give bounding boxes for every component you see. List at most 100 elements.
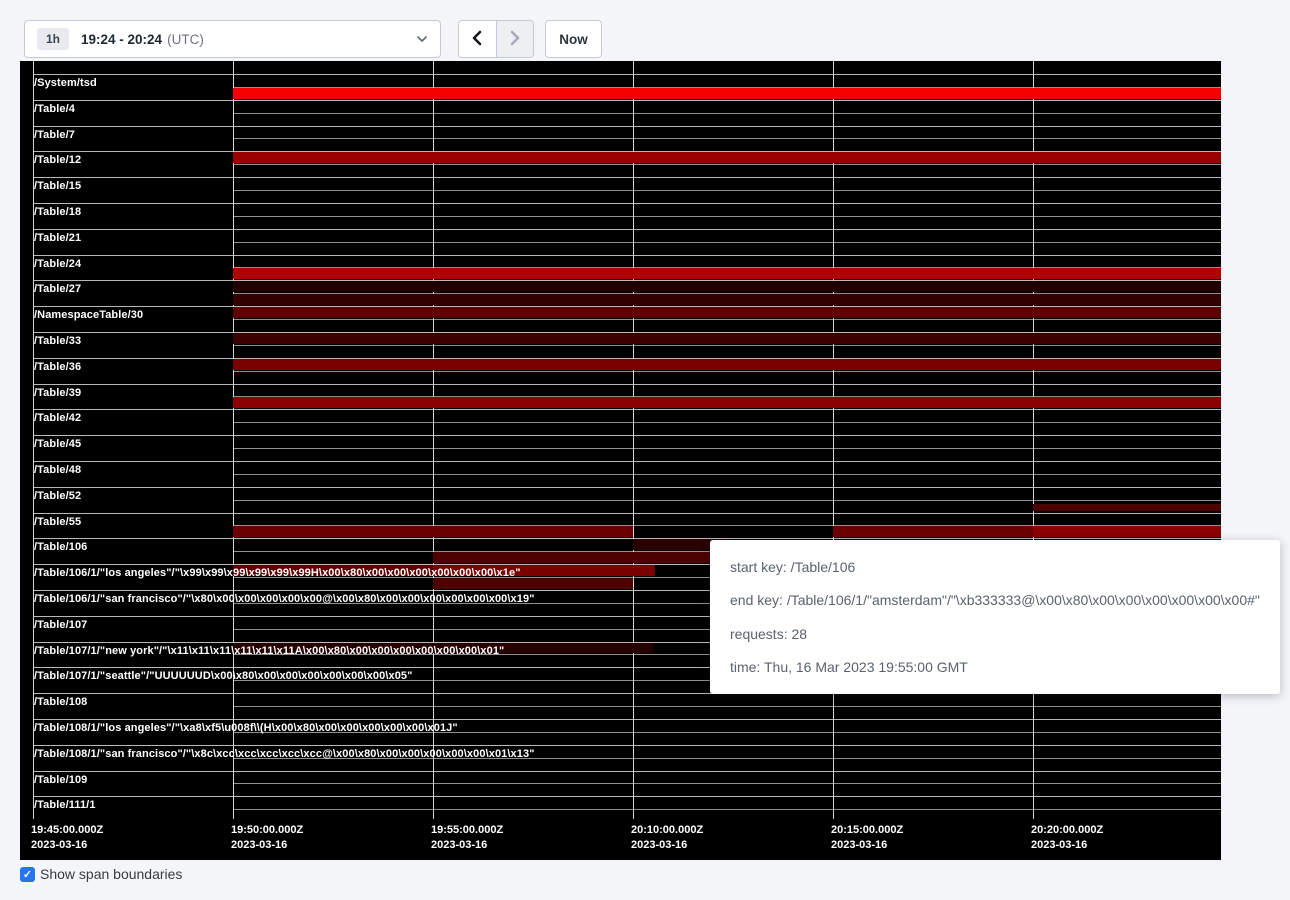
previous-interval-button[interactable] <box>459 21 496 57</box>
span-boundary-line <box>33 384 1221 385</box>
span-boundary-line <box>33 280 1221 281</box>
heat-band <box>1033 526 1221 537</box>
time-gridline <box>633 61 634 819</box>
heat-band <box>233 294 1221 305</box>
heat-band <box>433 552 710 563</box>
span-boundary-line <box>33 151 1221 152</box>
span-boundary-line <box>233 113 1221 114</box>
row-label: /Table/4 <box>34 103 75 115</box>
span-boundary-line <box>233 319 1221 320</box>
row-label: /Table/107/1/"seattle"/"UUUUUUD\x00\x80\… <box>34 670 412 682</box>
span-boundary-line <box>233 345 1221 346</box>
tooltip-line: start key: /Table/106 <box>730 557 1260 577</box>
span-boundary-line <box>33 177 1221 178</box>
span-boundary-line <box>233 422 1221 423</box>
time-range-text: 19:24 - 20:24 <box>81 32 162 47</box>
row-label: /Table/48 <box>34 464 81 476</box>
time-gridline <box>833 61 834 819</box>
chevron-down-icon <box>416 35 428 43</box>
heat-band <box>1033 504 1221 511</box>
chevron-right-icon <box>509 30 521 49</box>
time-gridline <box>33 61 34 819</box>
time-gridline <box>233 61 234 819</box>
heat-band <box>233 307 1221 318</box>
heat-band <box>233 268 1221 279</box>
span-boundary-line <box>233 474 1221 475</box>
row-label: /Table/12 <box>34 154 81 166</box>
span-boundary-line <box>33 409 1221 410</box>
span-boundary-line <box>33 306 1221 307</box>
span-boundary-line <box>33 358 1221 359</box>
span-boundary-line <box>233 138 1221 139</box>
row-label: /Table/24 <box>34 258 81 270</box>
now-button[interactable]: Now <box>545 20 602 58</box>
span-boundary-line <box>233 732 1221 733</box>
show-span-boundaries-checkbox[interactable]: ✓ <box>20 867 35 882</box>
heat-band <box>233 88 1221 99</box>
span-boundary-line <box>33 796 1221 797</box>
span-boundary-line <box>233 216 1221 217</box>
row-label: /Table/107 <box>34 619 87 631</box>
chevron-left-icon <box>471 30 483 49</box>
time-range-badge: 1h <box>37 28 69 50</box>
x-axis-label: 20:20:00.000Z2023-03-16 <box>1031 823 1103 853</box>
span-boundary-line <box>233 371 1221 372</box>
x-axis-label: 20:10:00.000Z2023-03-16 <box>631 823 703 853</box>
x-axis-date: 2023-03-16 <box>31 838 103 853</box>
row-label: /NamespaceTable/30 <box>34 309 143 321</box>
heat-band <box>233 152 1221 163</box>
row-label: /Table/106/1/"los angeles"/"\x99\x99\x99… <box>34 567 521 579</box>
time-gridline <box>433 61 434 819</box>
row-label: /Table/7 <box>34 129 75 141</box>
span-boundary-line <box>33 435 1221 436</box>
row-label: /Table/39 <box>34 387 81 399</box>
row-label: /Table/33 <box>34 335 81 347</box>
time-range-timezone: (UTC) <box>167 32 204 47</box>
row-label: /Table/108/1/"san francisco"/"\x8c\xcc\x… <box>34 748 535 760</box>
row-label: /Table/45 <box>34 438 81 450</box>
span-boundary-line <box>233 87 1221 88</box>
tooltip-line: end key: /Table/106/1/"amsterdam"/"\xb33… <box>730 590 1260 610</box>
span-boundary-line <box>33 100 1221 101</box>
time-range-selector[interactable]: 1h 19:24 - 20:24 (UTC) <box>24 20 441 58</box>
heat-band <box>233 565 433 576</box>
span-boundary-line <box>233 190 1221 191</box>
span-boundary-line <box>33 461 1221 462</box>
time-nav-group <box>458 20 534 58</box>
row-label: /Table/55 <box>34 516 81 528</box>
key-visualizer-canvas[interactable]: /System/tsd/Table/4/Table/7/Table/12/Tab… <box>20 61 1221 860</box>
span-boundary-line <box>33 513 1221 514</box>
row-label: /Table/36 <box>34 361 81 373</box>
x-axis-label: 19:50:00.000Z2023-03-16 <box>231 823 303 853</box>
time-gridline <box>1033 61 1034 819</box>
heat-band <box>233 643 653 653</box>
tooltip-line: requests: 28 <box>730 624 1260 644</box>
key-visualizer-page: 1h 19:24 - 20:24 (UTC) Now /System/tsd/T… <box>0 0 1290 900</box>
row-label: /Table/107/1/"new york"/"\x11\x11\x11\x1… <box>34 645 504 657</box>
heat-band <box>433 565 655 576</box>
row-label: /Table/27 <box>34 283 81 295</box>
span-boundary-line <box>33 719 1221 720</box>
show-span-boundaries-row: ✓ Show span boundaries <box>20 866 182 882</box>
show-span-boundaries-label: Show span boundaries <box>40 866 182 882</box>
heat-band <box>233 526 633 537</box>
span-boundary-line <box>33 74 1221 75</box>
span-boundary-line <box>233 706 1221 707</box>
span-tooltip: start key: /Table/106 end key: /Table/106… <box>710 540 1280 694</box>
span-boundary-line <box>33 126 1221 127</box>
heat-band <box>233 359 1221 370</box>
span-boundary-line <box>233 500 1221 501</box>
span-boundary-line <box>33 332 1221 333</box>
x-axis-label: 20:15:00.000Z2023-03-16 <box>831 823 903 853</box>
span-boundary-line <box>233 758 1221 759</box>
tooltip-line: time: Thu, 16 Mar 2023 19:55:00 GMT <box>730 657 1260 677</box>
row-label: /Table/108 <box>34 696 87 708</box>
row-label: /Table/21 <box>34 232 81 244</box>
x-axis-label: 19:55:00.000Z2023-03-16 <box>431 823 503 853</box>
x-axis-date: 2023-03-16 <box>631 838 703 853</box>
span-boundary-line <box>33 229 1221 230</box>
x-axis-label: 19:45:00.000Z2023-03-16 <box>31 823 103 853</box>
row-label: /Table/52 <box>34 490 81 502</box>
next-interval-button[interactable] <box>497 21 534 57</box>
span-boundary-line <box>233 783 1221 784</box>
